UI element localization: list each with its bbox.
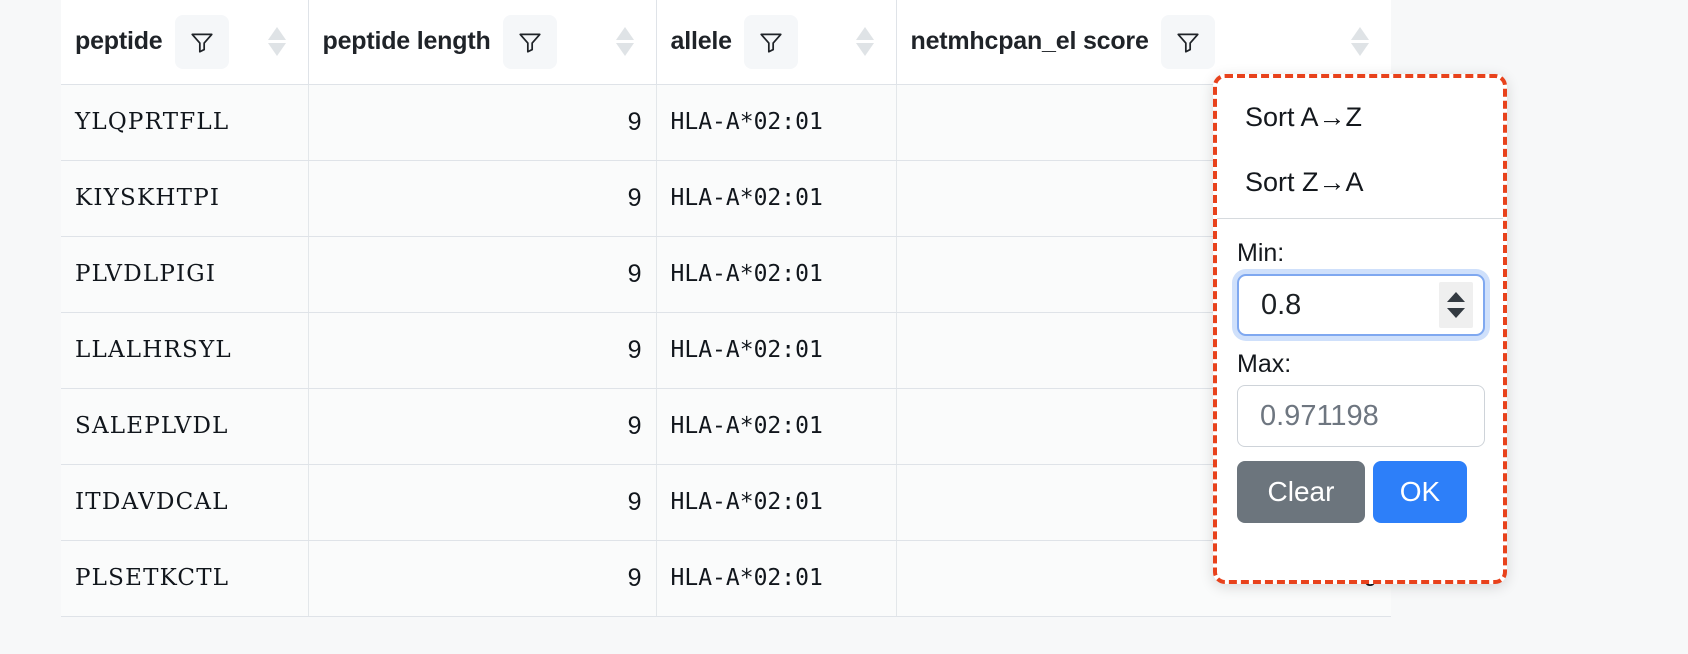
sort-descending-option[interactable]: Sort Z→A	[1217, 159, 1503, 206]
column-header-label: allele	[670, 27, 733, 56]
max-label: Max:	[1237, 350, 1292, 378]
column-header-peptide-length: peptide length	[308, 0, 657, 85]
sort-asc-triangle-icon	[615, 27, 634, 41]
filter-icon-peptide[interactable]	[174, 14, 229, 69]
results-table-container: peptide peptide length allele netmhcpan_…	[61, 0, 1391, 654]
max-input-placeholder: 0.971198	[1260, 399, 1379, 432]
cell-allele: HLA-A*02:01	[656, 312, 897, 389]
cell-peptide: ITDAVDCAL	[61, 464, 309, 541]
cell-allele: HLA-A*02:01	[656, 388, 897, 465]
screen-root: peptide peptide length allele netmhcpan_…	[0, 0, 1688, 654]
column-filter-popup: Sort A→Z Sort Z→A Min: 0.8 Max: 0.971198…	[1213, 74, 1507, 584]
sort-desc-triangle-icon	[267, 43, 286, 57]
sort-desc-triangle-icon	[855, 43, 874, 57]
table-row[interactable]: YLQPRTFLL 9 HLA-A*02:01 0	[61, 84, 1391, 161]
max-input[interactable]: 0.971198	[1237, 385, 1485, 447]
cell-peptide-length: 9	[308, 464, 657, 541]
cell-peptide: SALEPLVDL	[61, 388, 309, 465]
column-header-label: netmhcpan_el score	[910, 27, 1149, 56]
sort-desc-triangle-icon	[615, 43, 634, 57]
column-header-label: peptide	[75, 27, 163, 56]
cell-allele: HLA-A*02:01	[656, 540, 897, 617]
range-filter-group: Min: 0.8 Max: 0.971198 Clear OK	[1217, 219, 1503, 523]
table-row[interactable]: SALEPLVDL 9 HLA-A*02:01 0	[61, 388, 1391, 465]
cell-peptide-length: 9	[308, 236, 657, 313]
filter-icon-allele[interactable]	[743, 14, 798, 69]
sort-asc-triangle-icon	[855, 27, 874, 41]
cell-peptide: YLQPRTFLL	[61, 84, 309, 161]
column-header-label: peptide length	[322, 27, 491, 56]
clear-button[interactable]: Clear	[1237, 461, 1365, 523]
cell-peptide-length: 9	[308, 84, 657, 161]
ok-button[interactable]: OK	[1373, 461, 1467, 523]
min-label: Min:	[1237, 239, 1285, 267]
min-input[interactable]: 0.8	[1237, 274, 1485, 336]
sort-icon-peptide-length[interactable]	[608, 15, 642, 69]
cell-allele: HLA-A*02:01	[656, 84, 897, 161]
cell-peptide: KIYSKHTPI	[61, 160, 309, 237]
column-header-netmhcpan-el-score: netmhcpan_el score	[896, 0, 1391, 85]
min-stepper[interactable]	[1439, 282, 1473, 328]
results-table: peptide peptide length allele netmhcpan_…	[61, 0, 1391, 617]
cell-allele: HLA-A*02:01	[656, 464, 897, 541]
table-row[interactable]: LLALHRSYL 9 HLA-A*02:01 0	[61, 312, 1391, 389]
min-input-value: 0.8	[1261, 288, 1302, 321]
table-body: YLQPRTFLL 9 HLA-A*02:01 0 KIYSKHTPI 9 HL…	[61, 84, 1391, 617]
cell-peptide: PLVDLPIGI	[61, 236, 309, 313]
table-row[interactable]: ITDAVDCAL 9 HLA-A*02:01 0	[61, 464, 1391, 541]
column-header-allele: allele	[656, 0, 897, 85]
sort-desc-triangle-icon	[1351, 43, 1369, 57]
stepper-down-icon[interactable]	[1447, 308, 1465, 318]
filter-icon-netmhcpan-el-score[interactable]	[1160, 14, 1215, 69]
sort-icon-peptide[interactable]	[260, 15, 294, 69]
cell-peptide-length: 9	[308, 160, 657, 237]
cell-peptide: LLALHRSYL	[61, 312, 309, 389]
sort-options-group: Sort A→Z Sort Z→A	[1217, 78, 1503, 219]
cell-peptide-length: 9	[308, 540, 657, 617]
cell-peptide-length: 9	[308, 388, 657, 465]
sort-asc-triangle-icon	[1351, 27, 1369, 41]
table-header-row: peptide peptide length allele netmhcpan_…	[61, 0, 1391, 85]
table-header: peptide peptide length allele netmhcpan_…	[61, 0, 1391, 85]
cell-peptide: PLSETKCTL	[61, 540, 309, 617]
sort-icon-allele[interactable]	[848, 15, 882, 69]
table-row[interactable]: PLSETKCTL 9 HLA-A*02:01 0	[61, 540, 1391, 617]
cell-allele: HLA-A*02:01	[656, 236, 897, 313]
stepper-up-icon[interactable]	[1447, 292, 1465, 302]
sort-icon-netmhcpan-el-score[interactable]	[1343, 15, 1377, 69]
table-row[interactable]: KIYSKHTPI 9 HLA-A*02:01 0	[61, 160, 1391, 237]
table-row[interactable]: PLVDLPIGI 9 HLA-A*02:01 0	[61, 236, 1391, 313]
sort-ascending-option[interactable]: Sort A→Z	[1217, 94, 1503, 141]
cell-allele: HLA-A*02:01	[656, 160, 897, 237]
cell-peptide-length: 9	[308, 312, 657, 389]
sort-asc-triangle-icon	[267, 27, 286, 41]
filter-icon-peptide-length[interactable]	[502, 14, 557, 69]
popup-actions: Clear OK	[1237, 461, 1485, 523]
column-header-peptide: peptide	[61, 0, 309, 85]
